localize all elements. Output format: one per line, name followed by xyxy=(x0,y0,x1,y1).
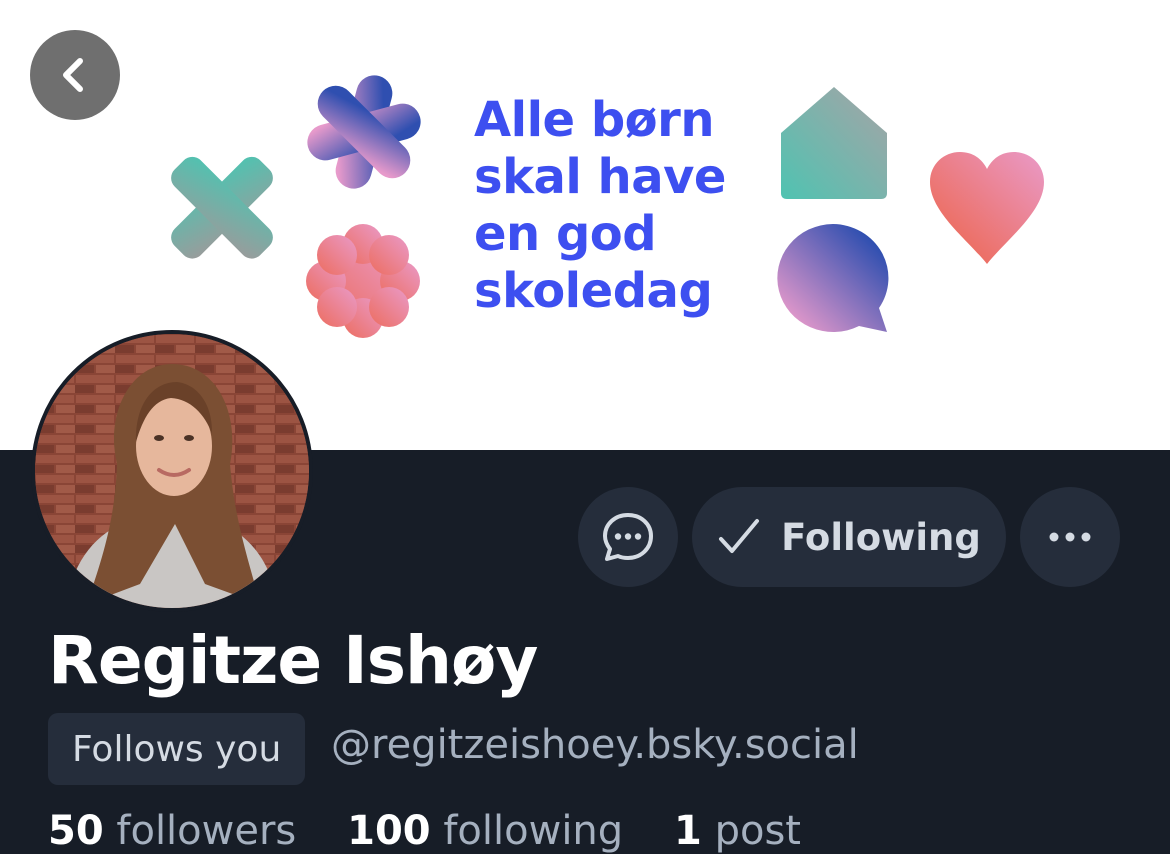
following-count[interactable]: 100 xyxy=(347,808,431,854)
profile-stats: 50 followers 100 following 1 post xyxy=(48,808,801,854)
following-button[interactable]: Following xyxy=(692,487,1006,587)
following-stat-label[interactable]: following xyxy=(443,808,623,854)
follows-you-badge: Follows you xyxy=(48,713,306,785)
following-label: Following xyxy=(781,515,981,559)
profile-handle: @regitzeishoey.bsky.social xyxy=(331,722,859,768)
banner-line: Alle børn xyxy=(474,92,714,148)
followers-count[interactable]: 50 xyxy=(48,808,104,854)
posts-label: post xyxy=(714,808,801,854)
speech-bubble-shape-icon xyxy=(777,224,889,332)
avatar-photo xyxy=(35,334,309,608)
flower-shape-icon xyxy=(306,224,420,338)
avatar[interactable] xyxy=(31,330,313,612)
followers-label[interactable]: followers xyxy=(116,808,296,854)
message-button[interactable] xyxy=(578,487,678,587)
banner-line: en god xyxy=(474,206,657,262)
chevron-left-icon xyxy=(63,58,83,92)
checkmark-icon xyxy=(719,519,760,553)
display-name: Regitze Ishøy xyxy=(48,622,538,699)
asterisk-shape-icon xyxy=(307,75,421,189)
banner-line: skal have xyxy=(474,149,726,205)
more-options-button[interactable] xyxy=(1020,487,1120,587)
posts-count: 1 xyxy=(674,808,702,854)
banner-slogan: Alle børn skal have en god skoledag xyxy=(474,92,726,320)
banner-line: skoledag xyxy=(474,263,713,319)
house-shape-icon xyxy=(781,87,887,199)
heart-shape-icon xyxy=(930,152,1044,264)
chat-bubble-icon xyxy=(603,513,653,561)
back-button[interactable] xyxy=(30,30,120,120)
ellipsis-icon xyxy=(1049,532,1091,542)
cross-shape-icon xyxy=(171,156,273,259)
